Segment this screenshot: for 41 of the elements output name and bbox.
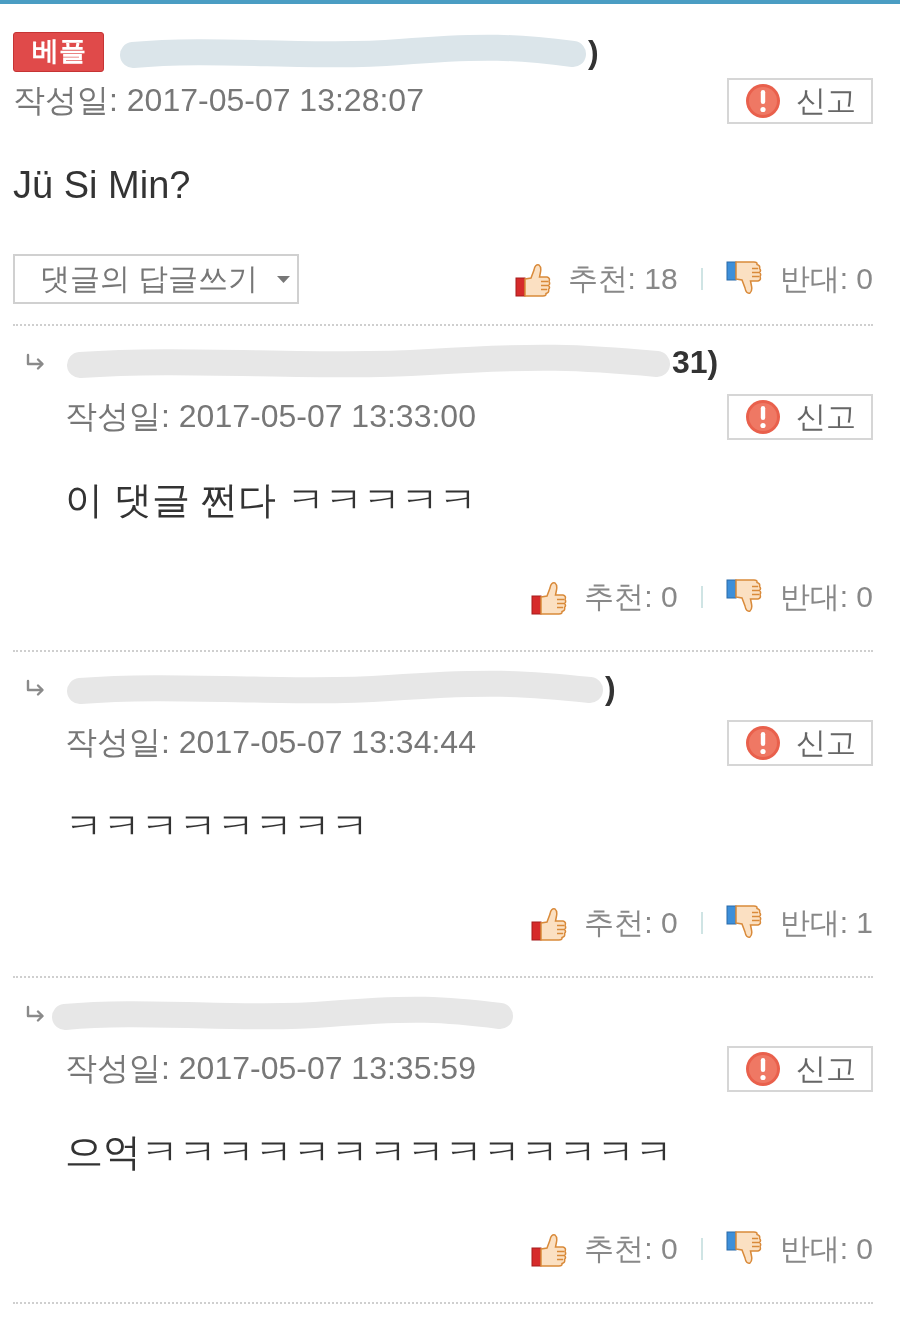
post-date: 작성일: 2017-05-07 13:34:44	[65, 724, 476, 760]
comment-text: Jü Si Min?	[13, 163, 191, 208]
upvote-count: 추천: 0	[584, 908, 678, 938]
author-name-fragment: 31)	[672, 346, 719, 378]
thumbs-up-icon[interactable]	[531, 1231, 568, 1267]
report-button[interactable]: 신고	[727, 720, 873, 766]
alert-icon	[745, 399, 781, 435]
report-button[interactable]: 신고	[727, 78, 873, 124]
thumbs-down-icon[interactable]	[725, 261, 762, 297]
thumbs-up-icon[interactable]	[531, 905, 568, 941]
comment-text: 이 댓글 쩐다 ㅋㅋㅋㅋㅋ	[65, 478, 477, 523]
author-name-fragment: )	[588, 35, 599, 68]
thumbs-down-icon[interactable]	[725, 1231, 762, 1267]
alert-icon	[745, 1051, 781, 1087]
downvote-count: 반대: 0	[779, 582, 873, 612]
upvote-count: 추천: 0	[584, 582, 678, 612]
report-button[interactable]: 신고	[727, 1046, 873, 1092]
report-button[interactable]: 신고	[727, 394, 873, 440]
comment-text: 으억ㅋㅋㅋㅋㅋㅋㅋㅋㅋㅋㅋㅋㅋㅋ	[65, 1130, 673, 1175]
caret-icon	[277, 275, 291, 283]
post-date: 작성일: 2017-05-07 13:28:07	[13, 82, 424, 118]
reply-arrow-icon	[25, 1005, 45, 1023]
alert-icon	[745, 83, 781, 119]
thumbs-down-icon[interactable]	[725, 579, 762, 615]
reply-dropdown-button[interactable]: 댓글의 답글쓰기	[13, 254, 299, 304]
downvote-count: 반대: 1	[779, 908, 873, 938]
best-badge: 베플	[13, 31, 104, 72]
reply-arrow-icon	[25, 679, 45, 697]
post-date: 작성일: 2017-05-07 13:33:00	[65, 398, 476, 434]
downvote-count: 반대: 0	[779, 264, 873, 294]
downvote-count: 반대: 0	[779, 1234, 873, 1264]
thumbs-down-icon[interactable]	[725, 905, 762, 941]
alert-icon	[745, 725, 781, 761]
author-name-fragment: )	[605, 672, 616, 704]
upvote-count: 추천: 18	[567, 264, 678, 294]
comment-text: ㅋㅋㅋㅋㅋㅋㅋㅋ	[65, 804, 369, 849]
thumbs-up-icon[interactable]	[514, 261, 551, 297]
reply-arrow-icon	[25, 353, 45, 371]
thumbs-up-icon[interactable]	[531, 579, 568, 615]
post-date: 작성일: 2017-05-07 13:35:59	[65, 1050, 476, 1086]
upvote-count: 추천: 0	[584, 1234, 678, 1264]
